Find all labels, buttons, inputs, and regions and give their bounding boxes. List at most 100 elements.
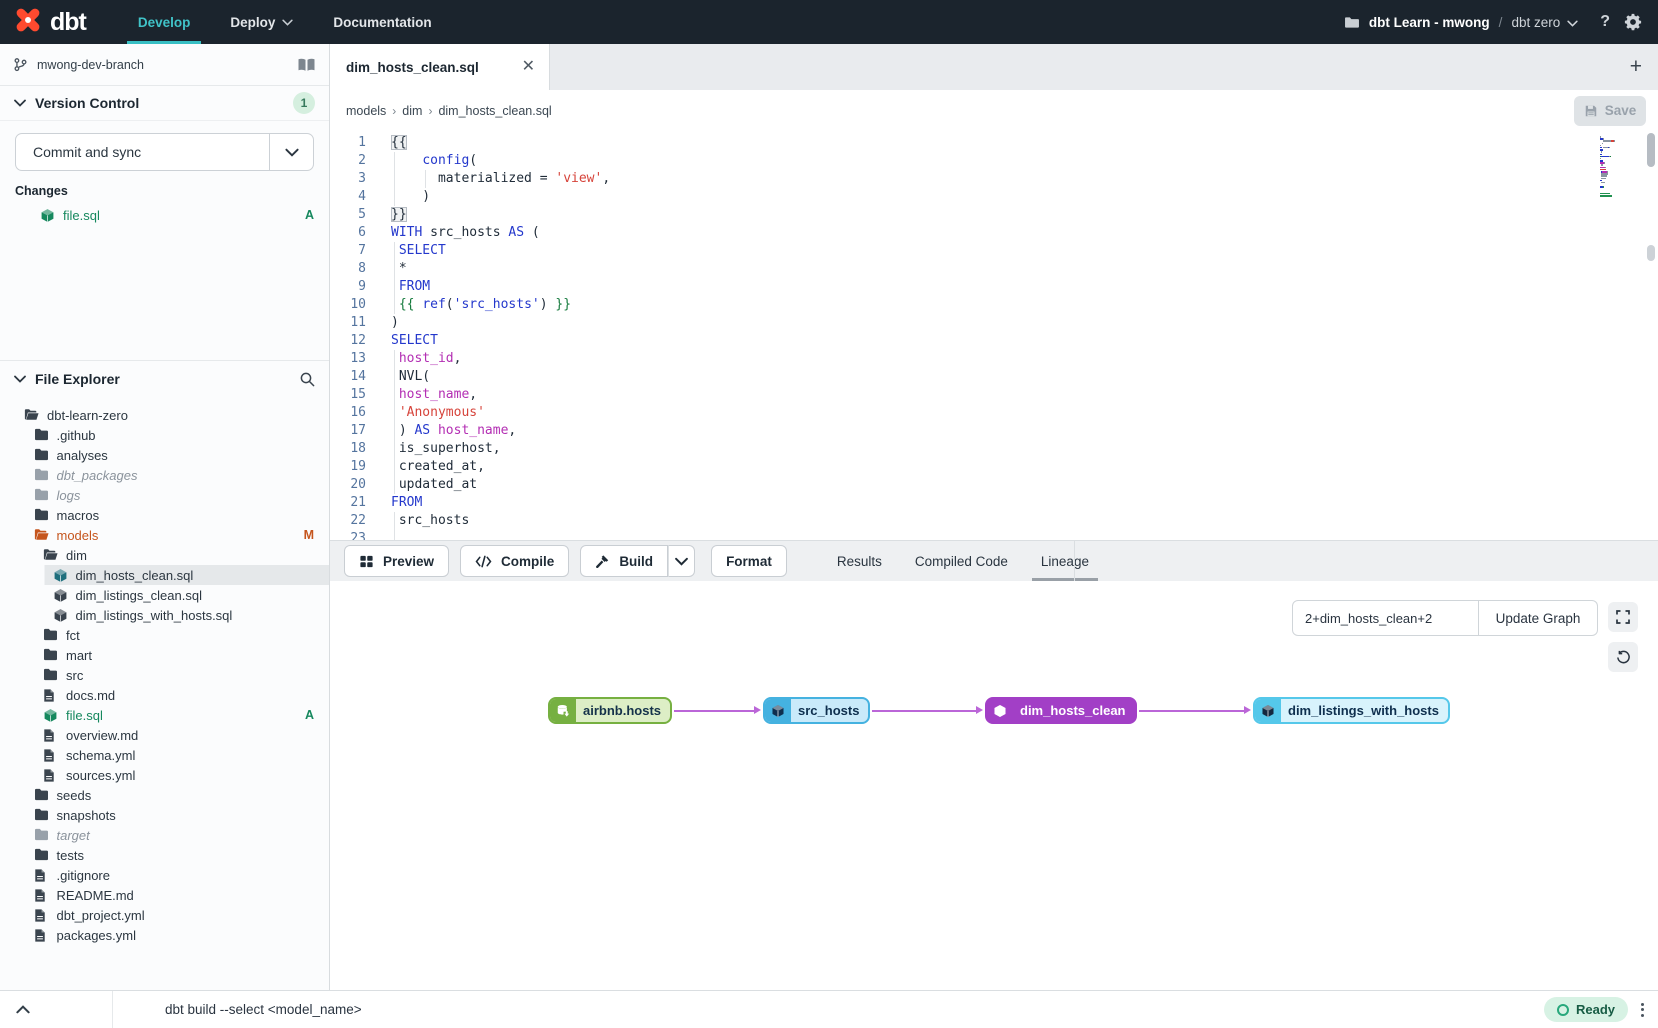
file-name: snapshots: [57, 808, 116, 823]
tree-item-analyses[interactable]: analyses: [0, 445, 329, 465]
code-line: [391, 530, 1658, 540]
changes-count-badge: 1: [293, 92, 315, 114]
gear-icon[interactable]: [1624, 13, 1642, 31]
tree-item-src[interactable]: src: [0, 665, 329, 685]
folder-icon: [34, 448, 49, 463]
folder-icon: [34, 508, 49, 523]
lineage-edge: [674, 710, 754, 712]
scrollbar-thumb[interactable]: [1647, 245, 1655, 261]
preview-button[interactable]: Preview: [344, 545, 449, 577]
tree-item-.gitignore[interactable]: .gitignore: [0, 865, 329, 885]
file-explorer-header[interactable]: File Explorer: [0, 361, 329, 397]
scrollbar-thumb[interactable]: [1647, 133, 1655, 167]
dbt-logo[interactable]: dbt: [0, 6, 102, 39]
tree-item-overview.md[interactable]: overview.md: [0, 725, 329, 745]
changed-file-name: file.sql: [63, 208, 100, 223]
format-button[interactable]: Format: [711, 545, 787, 577]
open-file-tab[interactable]: dim_hosts_clean.sql ✕: [330, 44, 550, 90]
file-name: src: [66, 668, 83, 683]
folder-open-icon: [43, 548, 58, 563]
folder-open-icon: [34, 528, 49, 543]
tree-item-target[interactable]: target: [0, 825, 329, 845]
dbt-logo-icon: [14, 6, 42, 39]
tree-item-sources.yml[interactable]: sources.yml: [0, 765, 329, 785]
version-control-header[interactable]: Version Control 1: [0, 86, 329, 121]
indent-guide: [394, 440, 395, 458]
lineage-node-src_hosts[interactable]: src_hosts: [763, 697, 870, 724]
file-name: models: [57, 528, 99, 543]
compile-button[interactable]: Compile: [460, 545, 569, 577]
tree-item-packages.yml[interactable]: packages.yml: [0, 925, 329, 945]
tree-item-seeds[interactable]: seeds: [0, 785, 329, 805]
git-status-badge: A: [305, 708, 314, 722]
tree-item-dbt_project.yml[interactable]: dbt_project.yml: [0, 905, 329, 925]
tab-results[interactable]: Results: [837, 541, 882, 581]
tree-item-mart[interactable]: mart: [0, 645, 329, 665]
account-name[interactable]: dbt Learn - mwong: [1369, 15, 1490, 30]
tree-item-dim_hosts_clean.sql[interactable]: dim_hosts_clean.sql: [0, 565, 329, 585]
folder-icon: [34, 808, 49, 823]
chevron-up-icon[interactable]: [0, 1005, 46, 1014]
build-options-chevron[interactable]: [668, 545, 695, 577]
changed-file-row[interactable]: file.sql A: [0, 204, 329, 226]
search-icon[interactable]: [299, 371, 315, 387]
tree-item-file.sql[interactable]: file.sqlA: [0, 705, 329, 725]
lineage-node-dim_hosts_clean[interactable]: dim_hosts_clean: [985, 697, 1137, 724]
hammer-icon: [595, 554, 610, 569]
code-line: FROM: [391, 494, 1658, 512]
lineage-node-dim_listings_with_hosts[interactable]: dim_listings_with_hosts: [1253, 697, 1450, 724]
breadcrumb-models: models: [346, 104, 386, 118]
tree-item-dim_listings_clean.sql[interactable]: dim_listings_clean.sql: [0, 585, 329, 605]
save-button[interactable]: Save: [1574, 96, 1646, 126]
nav-menu-documentation[interactable]: Documentation: [313, 0, 451, 44]
editor-minimap[interactable]: [1600, 136, 1634, 199]
tree-item-fct[interactable]: fct: [0, 625, 329, 645]
model-cube-icon: [53, 608, 68, 623]
kebab-menu-icon[interactable]: [1641, 1003, 1644, 1017]
help-icon[interactable]: ?: [1600, 13, 1610, 31]
indent-guide: [394, 152, 395, 170]
tree-item-logs[interactable]: logs: [0, 485, 329, 505]
nav-menu-deploy[interactable]: Deploy: [210, 0, 313, 44]
tree-item-tests[interactable]: tests: [0, 845, 329, 865]
tree-item-dbt-learn-zero[interactable]: dbt-learn-zero: [0, 405, 329, 425]
top-nav: dbt Develop Deploy Documentation dbt Lea…: [0, 0, 1658, 44]
build-button[interactable]: Build: [580, 545, 668, 577]
commit-options-chevron[interactable]: [269, 134, 313, 170]
code-area[interactable]: {{ config( materialized = 'view', )}}WIT…: [374, 131, 1658, 540]
indent-guide: [394, 386, 395, 404]
tab-compiled-code[interactable]: Compiled Code: [915, 541, 1008, 581]
project-selector[interactable]: dbt zero: [1511, 15, 1578, 30]
tree-item-snapshots[interactable]: snapshots: [0, 805, 329, 825]
ready-circle-icon: [1557, 1004, 1569, 1016]
tree-item-docs.md[interactable]: docs.md: [0, 685, 329, 705]
new-tab-plus-icon[interactable]: +: [1630, 55, 1642, 79]
tree-item-schema.yml[interactable]: schema.yml: [0, 745, 329, 765]
tree-item-dim[interactable]: dim: [0, 545, 329, 565]
command-input[interactable]: dbt build --select <model_name>: [165, 1002, 362, 1017]
nav-menu-develop[interactable]: Develop: [118, 0, 211, 44]
file-name: .github: [57, 428, 96, 443]
indent-guide: [394, 368, 395, 386]
tree-item-models[interactable]: modelsM: [0, 525, 329, 545]
content-column: dim_hosts_clean.sql ✕ + models › dim › d…: [330, 44, 1658, 990]
toolbar-divider: [1074, 541, 1075, 581]
breadcrumb-row: models › dim › dim_hosts_clean.sql Save: [330, 90, 1658, 131]
lineage-node-airbnb.hosts[interactable]: airbnb.hosts: [548, 697, 672, 724]
tree-item-dbt_packages[interactable]: dbt_packages: [0, 465, 329, 485]
file-name: dbt-learn-zero: [47, 408, 128, 423]
tab-lineage[interactable]: Lineage: [1041, 541, 1089, 581]
tree-item-dim_listings_with_hosts.sql[interactable]: dim_listings_with_hosts.sql: [0, 605, 329, 625]
indent-guide: [394, 512, 395, 530]
code-brackets-icon: [475, 555, 492, 568]
code-line: ) AS host_name,: [391, 422, 1658, 440]
tree-item-README.md[interactable]: README.md: [0, 885, 329, 905]
commit-and-sync-button[interactable]: Commit and sync: [15, 133, 314, 171]
model-cube-icon: [53, 568, 68, 583]
tree-item-macros[interactable]: macros: [0, 505, 329, 525]
close-icon[interactable]: ✕: [522, 59, 535, 75]
docs-book-icon[interactable]: [297, 57, 316, 73]
file-name: mart: [66, 648, 92, 663]
file-explorer-title: File Explorer: [35, 371, 120, 387]
tree-item-.github[interactable]: .github: [0, 425, 329, 445]
